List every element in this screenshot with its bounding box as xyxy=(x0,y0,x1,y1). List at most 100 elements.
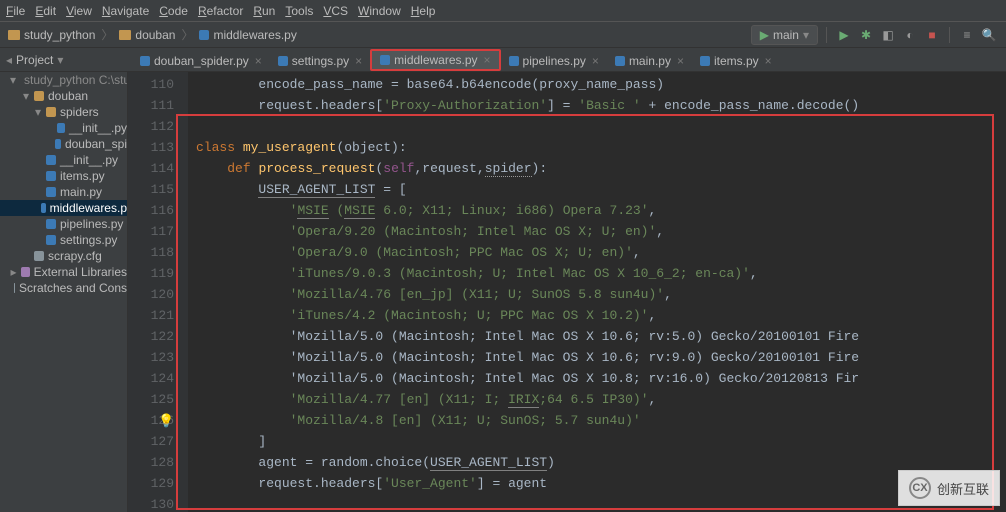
menu-edit[interactable]: Edit xyxy=(35,4,56,18)
code-line[interactable]: USER_AGENT_LIST = [ xyxy=(196,179,1006,200)
crumb-folder[interactable]: douban xyxy=(135,28,175,42)
line-number: 115 xyxy=(128,179,188,200)
run-button[interactable]: ▶ xyxy=(835,26,853,44)
menu-code[interactable]: Code xyxy=(159,4,188,18)
tab-middlewares-py[interactable]: middlewares.py× xyxy=(370,49,500,71)
tree-item[interactable]: main.py xyxy=(0,184,127,200)
run-config-select[interactable]: ▶ main ▾ xyxy=(751,25,818,45)
caret-icon[interactable]: ▾ xyxy=(22,89,30,103)
code-line[interactable]: 'Mozilla/5.0 (Macintosh; Intel Mac OS X … xyxy=(196,368,1006,389)
menu-run[interactable]: Run xyxy=(253,4,275,18)
code-line[interactable]: 'iTunes/4.2 (Macintosh; U; PPC Mac OS X … xyxy=(196,305,1006,326)
code-line[interactable]: class my_useragent(object): xyxy=(196,137,1006,158)
editor-tabs: douban_spider.py×settings.py×middlewares… xyxy=(128,48,1006,71)
close-icon[interactable]: × xyxy=(255,54,262,68)
code-line[interactable]: 'Mozilla/5.0 (Macintosh; Intel Mac OS X … xyxy=(196,347,1006,368)
structure-button[interactable]: ≡ xyxy=(958,26,976,44)
code-line[interactable]: 'Mozilla/5.0 (Macintosh; Intel Mac OS X … xyxy=(196,326,1006,347)
project-tree[interactable]: ▾study_python C:\stu▾douban▾spiders__ini… xyxy=(0,72,128,512)
code-editor[interactable]: 1101111121131141151161171181191201211221… xyxy=(128,72,1006,512)
second-bar: ◂ Project ▾ douban_spider.py×settings.py… xyxy=(0,48,1006,72)
stop-button[interactable]: ■ xyxy=(923,26,941,44)
code-line[interactable]: request.headers['User_Agent'] = agent xyxy=(196,473,1006,494)
close-icon[interactable]: × xyxy=(484,53,491,67)
profile-button[interactable]: ◐ xyxy=(901,26,919,44)
tab-main-py[interactable]: main.py× xyxy=(607,51,692,71)
line-number: 127 xyxy=(128,431,188,452)
tree-item[interactable]: __init__.py xyxy=(0,120,127,136)
code-line[interactable]: encode_pass_name = base64.b64encode(prox… xyxy=(196,74,1006,95)
code-line[interactable]: 'MSIE (MSIE 6.0; X11; Linux; i686) Opera… xyxy=(196,200,1006,221)
tree-item[interactable]: pipelines.py xyxy=(0,216,127,232)
python-file-icon xyxy=(46,219,56,229)
tree-item[interactable]: settings.py xyxy=(0,232,127,248)
tree-item[interactable]: ▾study_python C:\stu xyxy=(0,72,127,88)
coverage-button[interactable]: ◧ xyxy=(879,26,897,44)
menu-file[interactable]: File xyxy=(6,4,25,18)
code-line[interactable]: request.headers['Proxy-Authorization'] =… xyxy=(196,95,1006,116)
tree-item[interactable]: items.py xyxy=(0,168,127,184)
menu-help[interactable]: Help xyxy=(411,4,436,18)
code-line[interactable]: ] xyxy=(196,431,1006,452)
crumb-project[interactable]: study_python xyxy=(24,28,95,42)
code-line[interactable]: def process_request(self,request,spider)… xyxy=(196,158,1006,179)
code-line[interactable] xyxy=(196,116,1006,137)
close-icon[interactable]: × xyxy=(355,54,362,68)
line-number: 121 xyxy=(128,305,188,326)
python-file-icon xyxy=(46,155,56,165)
line-number: 125 xyxy=(128,389,188,410)
tree-item[interactable]: scrapy.cfg xyxy=(0,248,127,264)
code-line[interactable]: 'Mozilla/4.8 [en] (X11; U; SunOS; 5.7 su… xyxy=(196,410,1006,431)
crumb-file[interactable]: middlewares.py xyxy=(213,28,296,42)
tree-item[interactable]: ▾spiders xyxy=(0,104,127,120)
tab-items-py[interactable]: items.py× xyxy=(692,51,780,71)
search-button[interactable]: 🔍 xyxy=(980,26,998,44)
line-number: 122 xyxy=(128,326,188,347)
toolbar: study_python 〉 douban 〉 middlewares.py ▶… xyxy=(0,22,1006,48)
close-icon[interactable]: × xyxy=(592,54,599,68)
menu-window[interactable]: Window xyxy=(358,4,401,18)
menu-navigate[interactable]: Navigate xyxy=(102,4,149,18)
code-line[interactable]: 'Mozilla/4.77 [en] (X11; I; IRIX;64 6.5 … xyxy=(196,389,1006,410)
line-number: 129 xyxy=(128,473,188,494)
menu-vcs[interactable]: VCS xyxy=(323,4,348,18)
tree-label: douban xyxy=(48,89,88,103)
menu-view[interactable]: View xyxy=(66,4,92,18)
python-file-icon xyxy=(46,235,56,245)
tree-item[interactable]: douban_spi xyxy=(0,136,127,152)
tree-item[interactable]: ▸External Libraries xyxy=(0,264,127,280)
code-area[interactable]: encode_pass_name = base64.b64encode(prox… xyxy=(188,72,1006,512)
line-number: 128 xyxy=(128,452,188,473)
caret-icon[interactable]: ▾ xyxy=(10,73,16,87)
line-number: 110 xyxy=(128,74,188,95)
tab-douban_spider-py[interactable]: douban_spider.py× xyxy=(132,51,270,71)
intention-bulb-icon[interactable]: 💡 xyxy=(158,411,174,432)
caret-icon[interactable]: ▾ xyxy=(34,105,42,119)
code-line[interactable]: 'Opera/9.0 (Macintosh; PPC Mac OS X; U; … xyxy=(196,242,1006,263)
tree-label: pipelines.py xyxy=(60,217,123,231)
close-icon[interactable]: × xyxy=(677,54,684,68)
tab-settings-py[interactable]: settings.py× xyxy=(270,51,370,71)
code-line[interactable]: 'Mozilla/4.76 [en_jp] (X11; U; SunOS 5.8… xyxy=(196,284,1006,305)
code-line[interactable]: 'iTunes/9.0.3 (Macintosh; U; Intel Mac O… xyxy=(196,263,1006,284)
line-number: 113 xyxy=(128,137,188,158)
menu-tools[interactable]: Tools xyxy=(285,4,313,18)
code-line[interactable]: agent = random.choice(USER_AGENT_LIST) xyxy=(196,452,1006,473)
tab-pipelines-py[interactable]: pipelines.py× xyxy=(501,51,607,71)
separator xyxy=(949,27,950,43)
code-line[interactable]: 'Opera/9.20 (Macintosh; Intel Mac OS X; … xyxy=(196,221,1006,242)
tree-item[interactable]: Scratches and Cons xyxy=(0,280,127,296)
python-file-icon xyxy=(615,56,625,66)
tree-item[interactable]: __init__.py xyxy=(0,152,127,168)
python-file-icon xyxy=(199,30,209,40)
tree-item[interactable]: ▾ douban xyxy=(0,88,127,104)
menu-refactor[interactable]: Refactor xyxy=(198,4,243,18)
cfg-icon xyxy=(14,283,15,293)
caret-icon[interactable]: ▸ xyxy=(10,265,17,279)
project-tool-tab[interactable]: ◂ Project ▾ xyxy=(0,48,128,71)
tree-item[interactable]: middlewares.p xyxy=(0,200,127,216)
code-line[interactable] xyxy=(196,494,1006,512)
close-icon[interactable]: × xyxy=(765,54,772,68)
project-panel-label: Project xyxy=(16,53,53,67)
debug-button[interactable]: ✱ xyxy=(857,26,875,44)
